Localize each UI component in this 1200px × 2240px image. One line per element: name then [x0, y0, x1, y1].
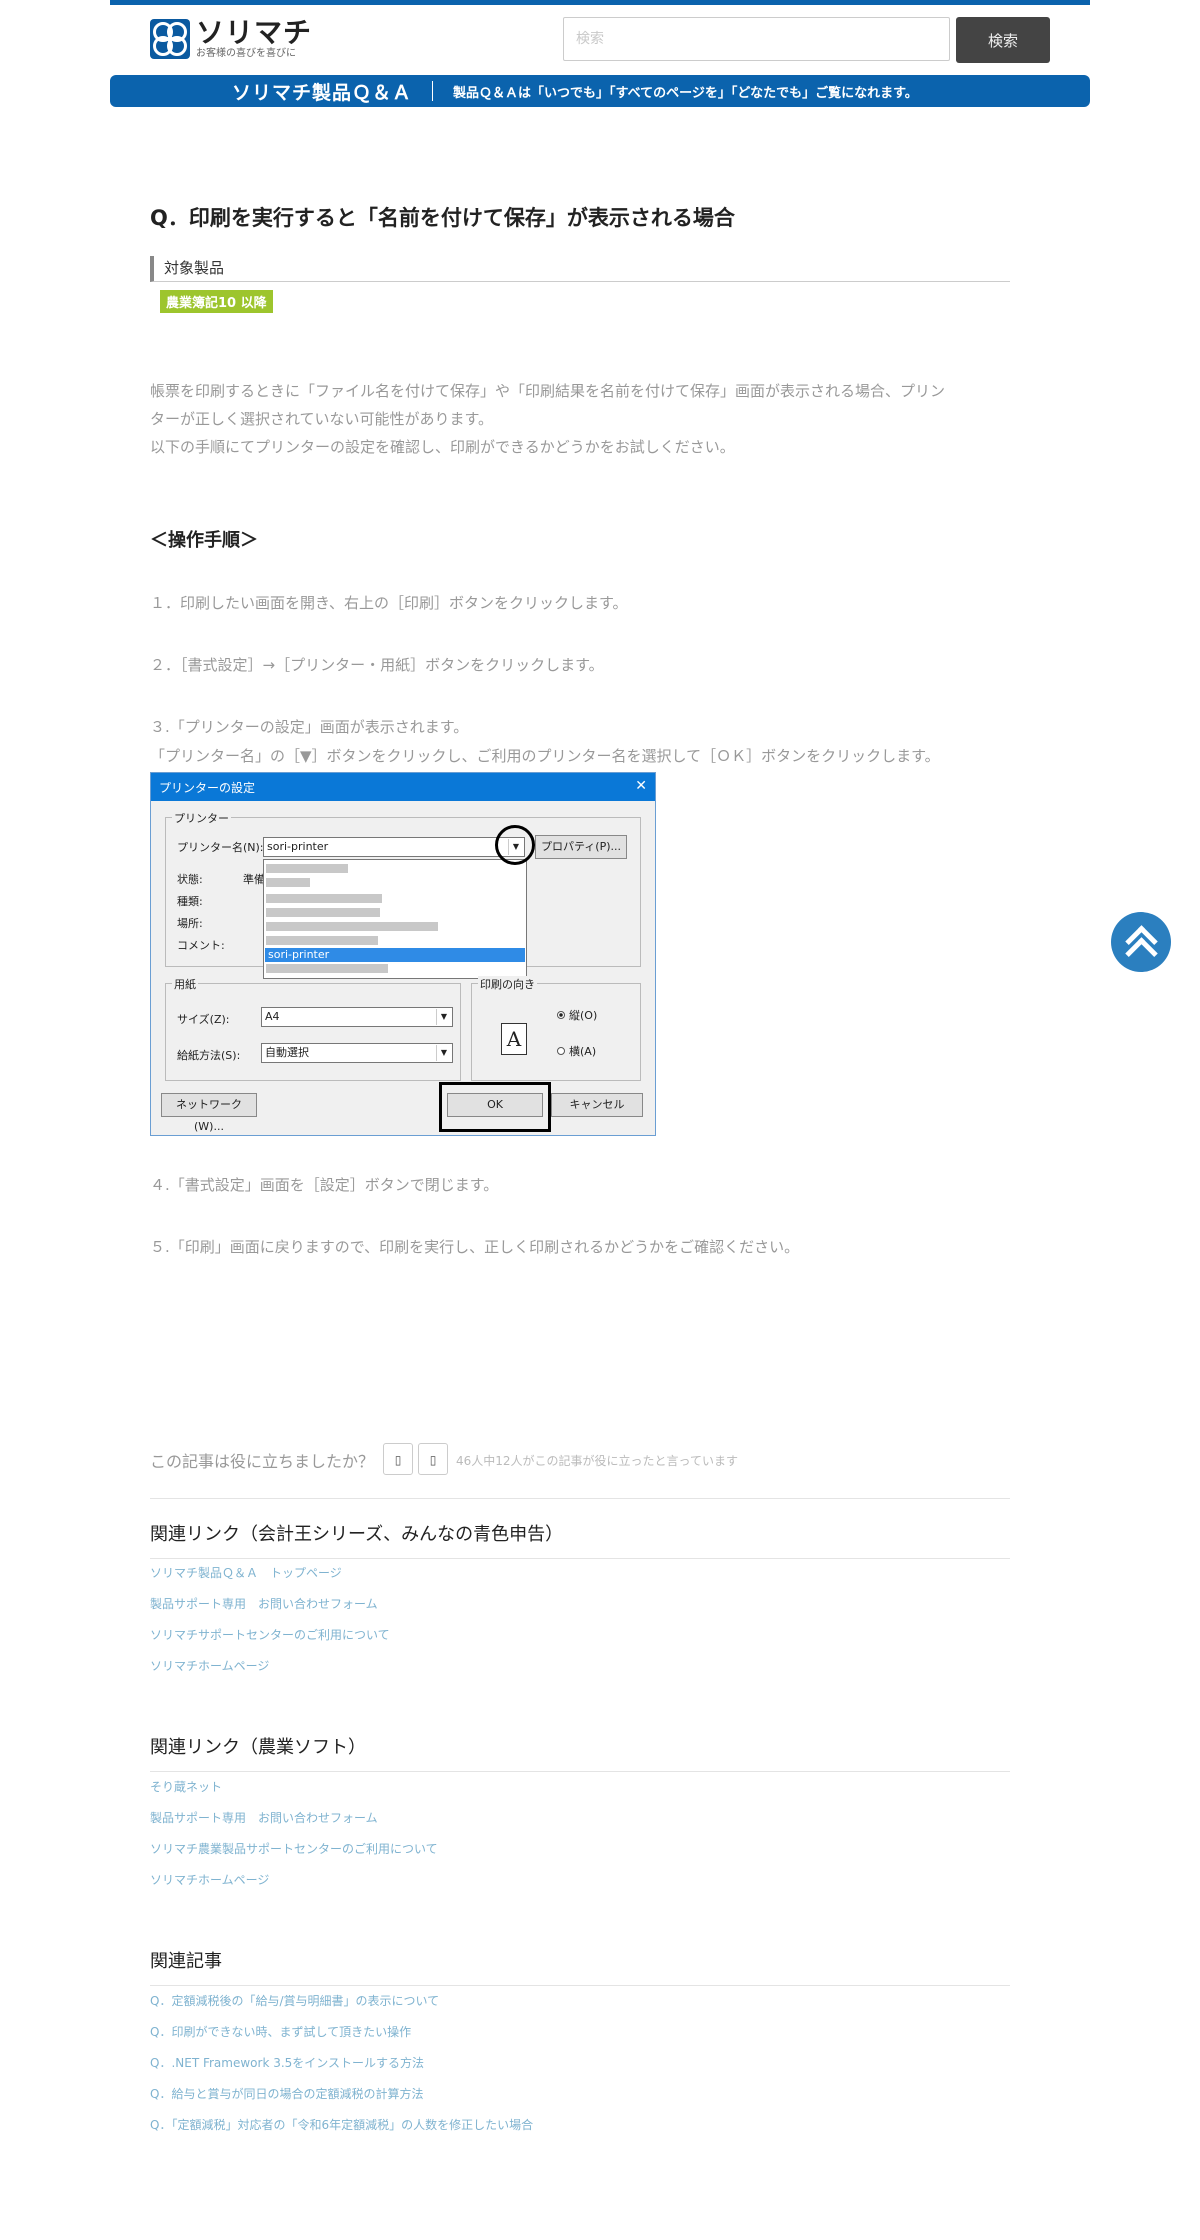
portrait-label: 縦(O): [569, 1009, 598, 1022]
redacted-printer-item[interactable]: [266, 894, 382, 903]
related-articles-title: 関連記事: [150, 1951, 222, 1972]
banner-title: ソリマチ製品Ｑ＆Ａ: [232, 81, 413, 104]
divider: [150, 1558, 1010, 1559]
feed-label: 給紙方法(S):: [177, 1049, 241, 1062]
related-article-link[interactable]: Q．印刷ができない時、まず試して頂きたい操作: [150, 2023, 411, 2040]
comment-label: コメント:: [177, 939, 225, 952]
portrait-paper-icon: A: [501, 1023, 527, 1055]
type-label: 種類:: [177, 895, 203, 908]
link-contact-form[interactable]: 製品サポート専用 お問い合わせフォーム: [150, 1809, 378, 1826]
highlight-circle: [495, 825, 535, 865]
dropdown-arrow-icon[interactable]: ▼: [436, 1009, 451, 1025]
thumbs-down-button[interactable]: ▯: [418, 1443, 448, 1475]
step-4: ４.「書式設定」画面を［設定］ボタンで閉じます。: [150, 1176, 499, 1194]
related-article-link[interactable]: Q．「定額減税」対応者の「令和6年定額減税」の人数を修正したい場合: [150, 2116, 533, 2133]
thumbs-up-button[interactable]: ▯: [383, 1443, 413, 1475]
logo-tagline: お客様の喜びを喜びに: [196, 48, 296, 59]
related-article-link[interactable]: Q．定額減税後の「給与/賞与明細書」の表示について: [150, 1992, 439, 2009]
redacted-printer-item[interactable]: [266, 864, 348, 873]
location-label: 場所:: [177, 917, 203, 930]
intro-line-2: ターが正しく選択されていない可能性があります。: [150, 410, 494, 428]
link-sorigura-net[interactable]: そり蔵ネット: [150, 1778, 222, 1795]
page-title: Q．印刷を実行すると「名前を付けて保存」が表示される場合: [150, 206, 735, 230]
search-button[interactable]: 検索: [956, 17, 1050, 63]
qa-banner: ソリマチ製品Ｑ＆Ａ 製品Ｑ＆Ａは「いつでも」「すべてのページを」「どなたでも」ご…: [110, 75, 1090, 107]
paper-size-value: A4: [265, 1010, 280, 1023]
paper-feed-value: 自動選択: [265, 1046, 309, 1059]
banner-divider: [432, 81, 434, 101]
link-homepage[interactable]: ソリマチホームページ: [150, 1657, 269, 1674]
radio-checked-icon: [557, 1011, 565, 1019]
redacted-printer-item[interactable]: [266, 878, 310, 887]
page: ソリマチ お客様の喜びを喜びに 検索 ソリマチ製品Ｑ＆Ａ 製品Ｑ＆Ａは「いつでも…: [0, 0, 1200, 2240]
redacted-printer-item[interactable]: [266, 922, 438, 931]
link-qa-top[interactable]: ソリマチ製品Ｑ＆Ａ トップページ: [150, 1564, 342, 1581]
logo-name: ソリマチ: [196, 16, 313, 49]
search-input[interactable]: [563, 17, 950, 61]
logo-mark-icon: [150, 19, 190, 59]
back-to-top-button[interactable]: [1111, 912, 1171, 972]
orientation-group-label: 印刷の向き: [478, 976, 537, 992]
printer-settings-dialog: プリンターの設定 ✕ プリンター プリンター名(N): sori-printer…: [150, 772, 656, 1136]
procedure-heading: ＜操作手順＞: [150, 530, 258, 551]
paper-group-label: 用紙: [172, 976, 198, 992]
printer-name-label: プリンター名(N):: [177, 841, 264, 854]
printer-name-value: sori-printer: [267, 840, 329, 853]
landscape-radio[interactable]: 横(A): [557, 1043, 596, 1059]
status-value: 準備: [243, 873, 265, 886]
printer-dropdown-list[interactable]: sori-printer: [263, 859, 527, 979]
orientation-group: 印刷の向き: [471, 976, 641, 1081]
portrait-radio[interactable]: 縦(O): [557, 1007, 597, 1023]
step-1: １．印刷したい画面を開き、右上の［印刷］ボタンをクリックします。: [150, 594, 628, 612]
dialog-title: プリンターの設定: [151, 773, 655, 801]
highlight-rectangle: [439, 1082, 551, 1132]
size-label: サイズ(Z):: [177, 1013, 230, 1026]
paper-feed-select[interactable]: 自動選択 ▼: [261, 1043, 453, 1063]
link-agri-support-center[interactable]: ソリマチ農業製品サポートセンターのご利用について: [150, 1840, 438, 1857]
close-icon[interactable]: ✕: [635, 778, 647, 794]
related-article-link[interactable]: Q．給与と賞与が同日の場合の定額減税の計算方法: [150, 2085, 423, 2102]
step-3-detail: 「プリンター名」の［▼］ボタンをクリックし、ご利用のプリンター名を選択して［ＯＫ…: [150, 747, 940, 765]
divider: [150, 1498, 1010, 1499]
target-product-badge: 農業簿記10 以降: [160, 290, 273, 313]
related-links-agri-title: 関連リンク（農業ソフト）: [150, 1737, 366, 1758]
step-3: ３.「プリンターの設定」画面が表示されます。: [150, 718, 469, 736]
printer-group-label: プリンター: [172, 810, 231, 826]
radio-unchecked-icon: [557, 1047, 565, 1055]
redacted-printer-item[interactable]: [266, 908, 380, 917]
site-logo[interactable]: ソリマチ お客様の喜びを喜びに: [150, 18, 312, 60]
intro-line-3: 以下の手順にてプリンターの設定を確認し、印刷ができるかどうかをお試しください。: [150, 438, 735, 456]
banner-subtitle: 製品Ｑ＆Ａは「いつでも」「すべてのページを」「どなたでも」ご覧になれます。: [453, 85, 918, 101]
top-accent-line: [110, 0, 1090, 5]
selected-printer-item[interactable]: sori-printer: [265, 948, 525, 962]
network-button[interactable]: ネットワーク(W)...: [161, 1093, 257, 1133]
step-5: ５.「印刷」画面に戻りますので、印刷を実行し、正しく印刷されるかどうかをご確認く…: [150, 1238, 800, 1256]
link-support-center[interactable]: ソリマチサポートセンターのご利用について: [150, 1626, 390, 1643]
paper-size-select[interactable]: A4 ▼: [261, 1007, 453, 1027]
link-contact-form[interactable]: 製品サポート専用 お問い合わせフォーム: [150, 1595, 378, 1612]
paper-group: 用紙: [165, 976, 461, 1081]
divider: [150, 1771, 1010, 1772]
related-article-link[interactable]: Q．.NET Framework 3.5をインストールする方法: [150, 2054, 424, 2071]
step-2: ２．［書式設定］→［プリンター・用紙］ボタンをクリックします。: [150, 656, 604, 674]
related-links-accounting-title: 関連リンク（会計王シリーズ、みんなの青色申告）: [150, 1524, 564, 1545]
dropdown-arrow-icon[interactable]: ▼: [436, 1045, 451, 1061]
cancel-button[interactable]: キャンセル: [551, 1093, 643, 1117]
properties-button[interactable]: プロパティ(P)...: [535, 835, 627, 859]
landscape-label: 横(A): [569, 1045, 597, 1058]
target-products-heading: 対象製品: [150, 256, 1010, 282]
redacted-printer-item[interactable]: [266, 936, 378, 945]
feedback-count: 46人中12人がこの記事が役に立ったと言っています: [456, 1454, 738, 1468]
intro-line-1: 帳票を印刷するときに「ファイル名を付けて保存」や「印刷結果を名前を付けて保存」画…: [150, 382, 946, 400]
link-homepage[interactable]: ソリマチホームページ: [150, 1871, 269, 1888]
feedback-question: この記事は役に立ちましたか？: [150, 1452, 375, 1471]
printer-name-select[interactable]: sori-printer ▼: [263, 837, 525, 857]
redacted-printer-item[interactable]: [266, 964, 388, 973]
status-label: 状態:: [177, 873, 203, 886]
divider: [150, 1985, 1010, 1986]
